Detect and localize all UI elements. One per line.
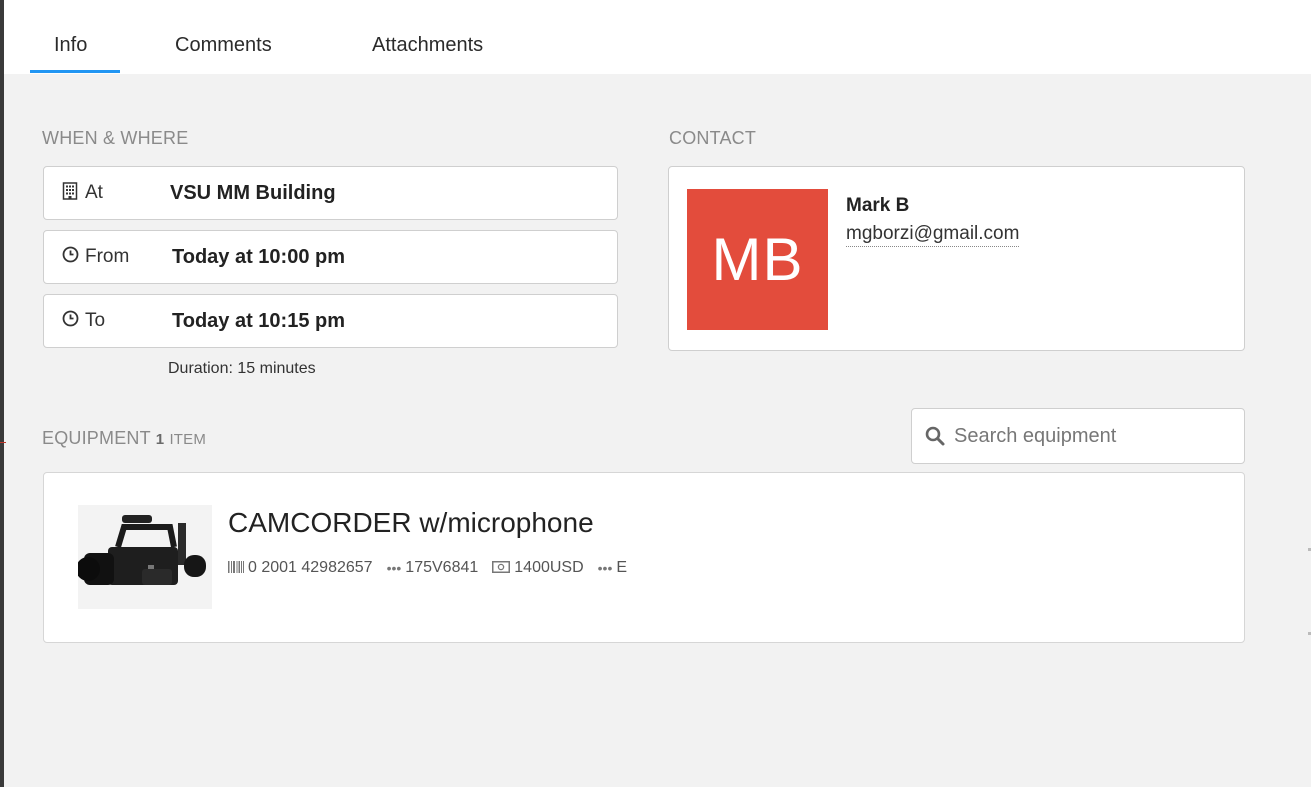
end-time-label: To — [85, 310, 106, 331]
avatar: MB — [687, 189, 828, 330]
ellipsis-icon: ••• — [386, 560, 402, 576]
equipment-heading: EQUIPMENT 1 ITEM — [42, 428, 206, 449]
left-tick-mark — [0, 442, 6, 443]
equipment-count: 1 — [155, 431, 165, 448]
contact-heading: CONTACT — [669, 128, 757, 148]
location-field[interactable]: At VSU MM Building — [43, 166, 618, 220]
search-icon — [924, 425, 946, 447]
equipment-meta: 0 2001 42982657 ••• 175V6841 1400USD •••… — [228, 559, 627, 577]
barcode-value: 0 2001 42982657 — [248, 559, 373, 576]
clock-icon — [60, 310, 80, 332]
when-where-heading: WHEN & WHERE — [42, 128, 189, 148]
serial-meta: ••• 175V6841 — [387, 559, 479, 577]
equipment-heading-label: EQUIPMENT — [42, 428, 151, 448]
code-value: E — [616, 559, 628, 576]
equipment-name[interactable]: CAMCORDER w/microphone — [228, 507, 594, 539]
price-meta: 1400USD — [492, 559, 584, 577]
contact-name: Mark B — [846, 195, 910, 216]
camcorder-thumbnail — [76, 505, 212, 609]
start-time-label: From — [85, 246, 130, 267]
equipment-count-unit: ITEM — [169, 431, 207, 448]
start-time-field[interactable]: From Today at 10:00 pm — [43, 230, 618, 284]
end-time-field[interactable]: To Today at 10:15 pm — [43, 294, 618, 348]
ellipsis-icon: ••• — [597, 560, 613, 576]
equipment-search[interactable] — [911, 408, 1245, 464]
start-time-value: Today at 10:00 pm — [172, 245, 346, 268]
code-meta: ••• E — [598, 559, 627, 577]
tab-comments[interactable]: Comments — [175, 34, 272, 57]
serial-value: 175V6841 — [405, 559, 479, 576]
clock-icon — [60, 246, 80, 268]
location-value: VSU MM Building — [170, 181, 336, 204]
contact-email-link[interactable]: mgborzi@gmail.com — [846, 223, 1020, 247]
contact-card: MB Mark B mgborzi@gmail.com — [668, 166, 1245, 351]
equipment-item-card[interactable]: CAMCORDER w/microphone 0 2001 42982657 •… — [43, 472, 1245, 643]
active-tab-indicator — [30, 70, 120, 73]
search-input[interactable] — [954, 419, 1234, 453]
price-value: 1400USD — [514, 559, 584, 576]
tab-bar: Info Comments Attachments — [4, 0, 1311, 74]
barcode-icon — [228, 560, 244, 576]
left-border — [0, 0, 4, 787]
duration-text: Duration: 15 minutes — [168, 360, 316, 377]
end-time-value: Today at 10:15 pm — [172, 309, 346, 332]
money-icon — [492, 560, 511, 576]
building-icon — [60, 181, 80, 205]
location-label: At — [85, 182, 103, 203]
tab-attachments[interactable]: Attachments — [372, 34, 483, 57]
tab-info[interactable]: Info — [54, 34, 87, 57]
barcode-meta: 0 2001 42982657 — [228, 559, 373, 577]
